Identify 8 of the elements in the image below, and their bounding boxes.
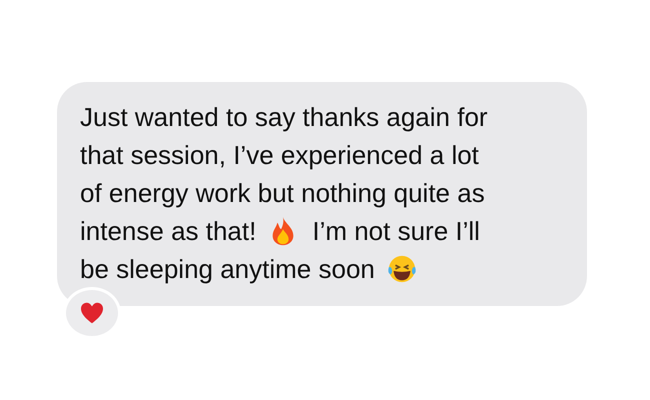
heart-icon xyxy=(80,302,104,324)
message-text: Just wanted to say thanks again for xyxy=(80,101,488,134)
message-text: intense as that! xyxy=(80,215,256,248)
message-text: of energy work but nothing quite as xyxy=(80,177,485,210)
laughing-face-icon xyxy=(386,254,417,284)
message-text: that session, I’ve experienced a lot xyxy=(80,139,479,172)
message-text: be sleeping anytime soon xyxy=(80,253,375,286)
message-text: I’m not sure I’ll xyxy=(312,215,480,248)
